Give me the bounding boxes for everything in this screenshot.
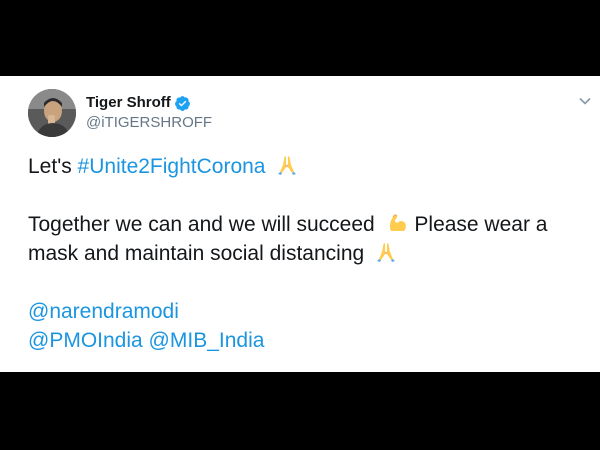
folded-hands-emoji: [275, 153, 299, 177]
tweet-text: Let's #Unite2FightCorona Together we can…: [28, 152, 588, 355]
tweet-line-1: Let's #Unite2FightCorona: [28, 152, 588, 181]
tweet-line-3: mask and maintain social distancing: [28, 239, 588, 268]
tweet-text-prefix: Let's: [28, 155, 72, 178]
tweet-text-together: Together we can and we will succeed: [28, 213, 375, 236]
mention-link-mib-india[interactable]: @MIB_India: [149, 329, 265, 352]
mention-link-narendramodi[interactable]: @narendramodi: [28, 300, 179, 323]
mention-link-pmoindia[interactable]: @PMOIndia: [28, 329, 143, 352]
tweet-card: Tiger Shroff @iTIGERSHROFF Let's #Unite2…: [0, 76, 600, 372]
tweet-line-5: @PMOIndia @MIB_India: [28, 326, 588, 355]
tweet-line-2: Together we can and we will succeed Plea…: [28, 210, 588, 239]
author-names: Tiger Shroff @iTIGERSHROFF: [86, 93, 212, 133]
verified-badge-icon: [174, 95, 191, 112]
author-display-name[interactable]: Tiger Shroff: [86, 93, 171, 113]
folded-hands-emoji: [374, 240, 398, 264]
avatar[interactable]: [28, 89, 76, 137]
tweet-line-4: @narendramodi: [28, 297, 588, 326]
name-row: Tiger Shroff: [86, 93, 212, 113]
tweet-text-please: Please wear a: [414, 213, 548, 236]
tweet-header: Tiger Shroff @iTIGERSHROFF: [28, 88, 212, 138]
flexed-biceps-emoji: [385, 211, 409, 235]
tweet-text-mask: mask and maintain social distancing: [28, 242, 365, 265]
author-handle[interactable]: @iTIGERSHROFF: [86, 113, 212, 133]
hashtag-link[interactable]: #Unite2FightCorona: [78, 155, 266, 178]
chevron-down-icon[interactable]: [578, 94, 592, 108]
